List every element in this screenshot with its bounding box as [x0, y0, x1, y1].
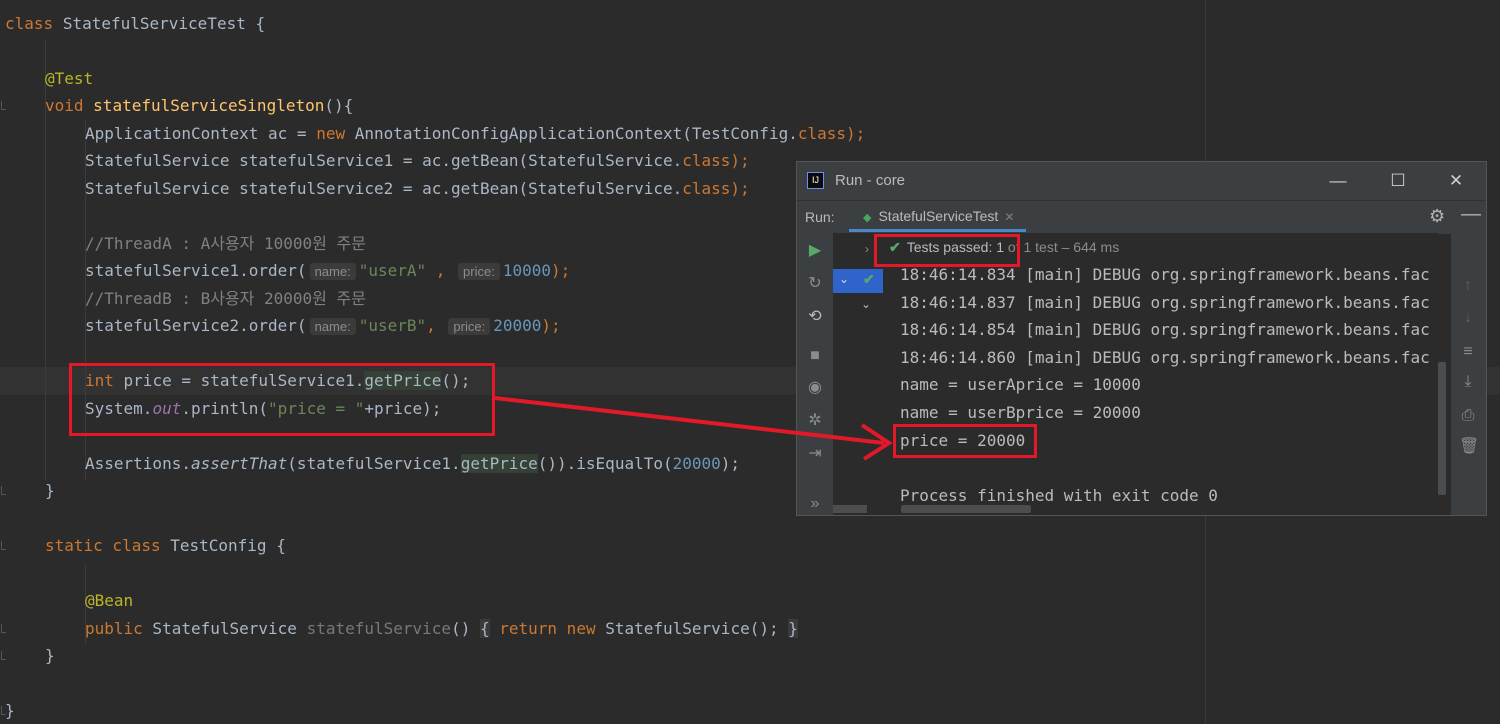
arrow-line — [494, 396, 885, 445]
annotation-arrow — [494, 396, 893, 461]
